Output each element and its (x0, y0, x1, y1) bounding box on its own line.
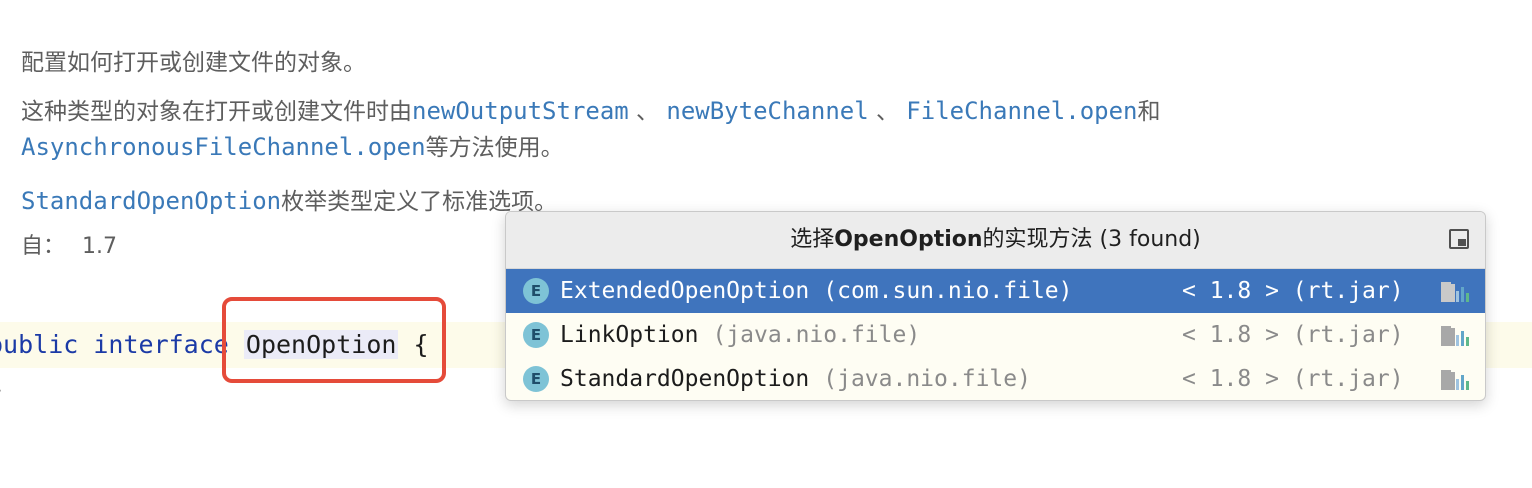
keyword-interface: interface (93, 330, 229, 359)
enum-icon: E (523, 322, 549, 348)
popup-title-class: OpenOption (834, 227, 983, 252)
item-name: StandardOpenOption (560, 366, 810, 392)
doc-since-line: 自： 1.7 (21, 230, 117, 264)
keyword-public: public (0, 330, 79, 359)
separator: 、 (868, 99, 907, 125)
doc-usage-suffix: 和 (1137, 99, 1161, 125)
library-icon (1441, 326, 1469, 346)
close-brace: } (0, 370, 3, 410)
link-newbytechannel[interactable]: newByteChannel (666, 97, 868, 125)
choose-implementation-popup[interactable]: 选择OpenOption的实现方法 (3 found) E ExtendedOp… (505, 211, 1486, 401)
doc-usage-suffix-2: 等方法使用。 (425, 135, 564, 161)
item-version: < 1.8 > (rt.jar) (1182, 322, 1404, 348)
since-value: 1.7 (82, 234, 118, 259)
doc-standard-line: StandardOpenOption枚举类型定义了标准选项。 (21, 184, 557, 219)
item-package: (java.nio.file) (823, 366, 1031, 392)
enum-icon: E (523, 366, 549, 392)
item-package: (com.sun.nio.file) (823, 278, 1073, 304)
item-version: < 1.8 > (rt.jar) (1182, 278, 1404, 304)
separator: 、 (628, 99, 667, 125)
implementation-item-extendedopenoption[interactable]: E ExtendedOpenOption (com.sun.nio.file) … (506, 269, 1485, 313)
doc-summary-text: 配置如何打开或创建文件的对象。 (21, 50, 366, 76)
enum-icon: E (523, 278, 549, 304)
doc-usage-line-2: AsynchronousFileChannel.open等方法使用。 (21, 130, 564, 165)
library-icon (1441, 282, 1469, 302)
library-icon (1441, 370, 1469, 390)
link-asynchronousfilechannel-open[interactable]: AsynchronousFileChannel.open (21, 133, 426, 161)
item-name: ExtendedOpenOption (560, 278, 810, 304)
popup-title-middle: 的实现方法 (982, 227, 1093, 252)
doc-usage-prefix: 这种类型的对象在打开或创建文件时由 (21, 99, 412, 125)
item-name: LinkOption (560, 322, 699, 348)
item-version: < 1.8 > (rt.jar) (1182, 366, 1404, 392)
implementation-item-standardopenoption[interactable]: E StandardOpenOption (java.nio.file) < 1… (506, 357, 1485, 400)
popup-title: 选择OpenOption的实现方法 (3 found) (506, 212, 1485, 268)
since-label: 自： (21, 234, 66, 259)
link-standardopenoption[interactable]: StandardOpenOption (21, 187, 281, 215)
link-newoutputstream[interactable]: newOutputStream (412, 97, 629, 125)
popup-title-count: (3 found) (1092, 227, 1201, 252)
doc-summary-line: 配置如何打开或创建文件的对象。 (21, 46, 366, 80)
pin-window-icon[interactable] (1449, 229, 1469, 249)
popup-header: 选择OpenOption的实现方法 (3 found) (506, 212, 1485, 269)
item-package: (java.nio.file) (712, 322, 921, 348)
link-filechannel-open[interactable]: FileChannel.open (906, 97, 1137, 125)
implementation-item-linkoption[interactable]: E LinkOption (java.nio.file) < 1.8 > (rt… (506, 313, 1485, 357)
popup-title-prefix: 选择 (790, 227, 835, 252)
doc-usage-line: 这种类型的对象在打开或创建文件时由newOutputStream 、 newBy… (21, 94, 1160, 129)
highlight-box-annotation (222, 297, 446, 383)
